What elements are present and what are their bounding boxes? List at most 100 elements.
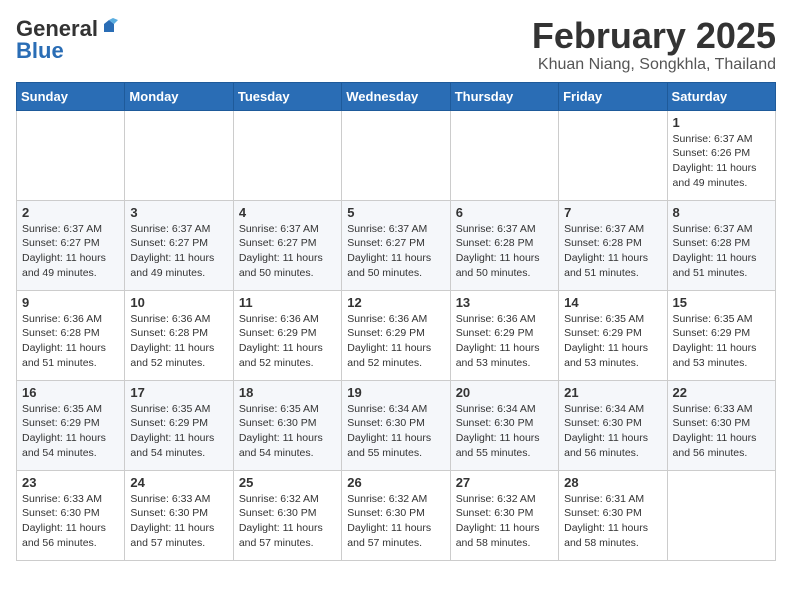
calendar-cell: 28Sunrise: 6:31 AM Sunset: 6:30 PM Dayli… <box>559 470 667 560</box>
calendar-week-row: 2 Sunrise: 6:37 AM Sunset: 6:27 PM Daylig… <box>17 200 776 290</box>
calendar-cell: 14 Sunrise: 6:35 AM Sunset: 6:29 PM Dayli… <box>559 290 667 380</box>
day-number: 21 <box>564 385 661 400</box>
calendar-cell <box>233 110 341 200</box>
calendar-header-row: SundayMondayTuesdayWednesdayThursdayFrid… <box>17 82 776 110</box>
day-number: 6 <box>456 205 553 220</box>
calendar-cell: 26 Sunrise: 6:32 AM Sunset: 6:30 PM Dayli… <box>342 470 450 560</box>
day-number: 17 <box>130 385 227 400</box>
day-number: 1 <box>673 115 770 130</box>
day-info: Sunrise: 6:35 AM Sunset: 6:29 PM Dayligh… <box>22 402 119 461</box>
day-info: Sunrise: 6:37 AM Sunset: 6:27 PM Dayligh… <box>22 222 119 281</box>
day-number: 14 <box>564 295 661 310</box>
day-info: Sunrise: 6:37 AM Sunset: 6:27 PM Dayligh… <box>130 222 227 281</box>
day-info: Sunrise: 6:36 AM Sunset: 6:29 PM Dayligh… <box>456 312 553 371</box>
weekday-header: Wednesday <box>342 82 450 110</box>
calendar-cell: 5 Sunrise: 6:37 AM Sunset: 6:27 PM Daylig… <box>342 200 450 290</box>
day-info: Sunrise: 6:36 AM Sunset: 6:28 PM Dayligh… <box>22 312 119 371</box>
calendar-cell: 27 Sunrise: 6:32 AM Sunset: 6:30 PM Dayli… <box>450 470 558 560</box>
calendar-cell: 10 Sunrise: 6:36 AM Sunset: 6:28 PM Dayli… <box>125 290 233 380</box>
calendar-cell: 8 Sunrise: 6:37 AM Sunset: 6:28 PM Daylig… <box>667 200 775 290</box>
calendar-cell: 21 Sunrise: 6:34 AM Sunset: 6:30 PM Dayli… <box>559 380 667 470</box>
day-info: Sunrise: 6:33 AM Sunset: 6:30 PM Dayligh… <box>673 402 770 461</box>
day-number: 10 <box>130 295 227 310</box>
location-title: Khuan Niang, Songkhla, Thailand <box>532 56 776 74</box>
calendar-cell: 4 Sunrise: 6:37 AM Sunset: 6:27 PM Daylig… <box>233 200 341 290</box>
logo: General Blue <box>16 16 118 64</box>
calendar-cell: 16 Sunrise: 6:35 AM Sunset: 6:29 PM Dayli… <box>17 380 125 470</box>
day-info: Sunrise: 6:33 AM Sunset: 6:30 PM Dayligh… <box>130 492 227 551</box>
day-info: Sunrise: 6:37 AM Sunset: 6:27 PM Dayligh… <box>239 222 336 281</box>
day-number: 9 <box>22 295 119 310</box>
day-number: 19 <box>347 385 444 400</box>
day-number: 16 <box>22 385 119 400</box>
calendar-cell <box>125 110 233 200</box>
calendar-cell: 2 Sunrise: 6:37 AM Sunset: 6:27 PM Daylig… <box>17 200 125 290</box>
day-number: 20 <box>456 385 553 400</box>
day-info: Sunrise: 6:35 AM Sunset: 6:29 PM Dayligh… <box>564 312 661 371</box>
day-number: 25 <box>239 475 336 490</box>
day-info: Sunrise: 6:33 AM Sunset: 6:30 PM Dayligh… <box>22 492 119 551</box>
calendar-week-row: 16 Sunrise: 6:35 AM Sunset: 6:29 PM Dayli… <box>17 380 776 470</box>
calendar-cell: 24 Sunrise: 6:33 AM Sunset: 6:30 PM Dayli… <box>125 470 233 560</box>
calendar-cell <box>667 470 775 560</box>
weekday-header: Tuesday <box>233 82 341 110</box>
calendar-cell <box>559 110 667 200</box>
day-number: 15 <box>673 295 770 310</box>
logo-blue-text: Blue <box>16 38 64 64</box>
day-info: Sunrise: 6:35 AM Sunset: 6:29 PM Dayligh… <box>130 402 227 461</box>
day-number: 26 <box>347 475 444 490</box>
day-number: 5 <box>347 205 444 220</box>
day-number: 3 <box>130 205 227 220</box>
calendar-cell: 22 Sunrise: 6:33 AM Sunset: 6:30 PM Dayli… <box>667 380 775 470</box>
day-info: Sunrise: 6:37 AM Sunset: 6:28 PM Dayligh… <box>456 222 553 281</box>
title-area: February 2025 Khuan Niang, Songkhla, Tha… <box>532 16 776 74</box>
calendar-week-row: 1 Sunrise: 6:37 AM Sunset: 6:26 PM Daylig… <box>17 110 776 200</box>
calendar-cell: 19Sunrise: 6:34 AM Sunset: 6:30 PM Dayli… <box>342 380 450 470</box>
day-number: 11 <box>239 295 336 310</box>
day-number: 28 <box>564 475 661 490</box>
day-info: Sunrise: 6:36 AM Sunset: 6:28 PM Dayligh… <box>130 312 227 371</box>
day-number: 12 <box>347 295 444 310</box>
day-info: Sunrise: 6:34 AM Sunset: 6:30 PM Dayligh… <box>456 402 553 461</box>
weekday-header: Sunday <box>17 82 125 110</box>
day-number: 8 <box>673 205 770 220</box>
day-number: 23 <box>22 475 119 490</box>
calendar-cell: 7 Sunrise: 6:37 AM Sunset: 6:28 PM Daylig… <box>559 200 667 290</box>
calendar-cell: 3 Sunrise: 6:37 AM Sunset: 6:27 PM Daylig… <box>125 200 233 290</box>
calendar-cell: 25Sunrise: 6:32 AM Sunset: 6:30 PM Dayli… <box>233 470 341 560</box>
day-number: 22 <box>673 385 770 400</box>
month-title: February 2025 <box>532 16 776 56</box>
calendar-cell: 11Sunrise: 6:36 AM Sunset: 6:29 PM Dayli… <box>233 290 341 380</box>
weekday-header: Friday <box>559 82 667 110</box>
day-info: Sunrise: 6:32 AM Sunset: 6:30 PM Dayligh… <box>347 492 444 551</box>
weekday-header: Monday <box>125 82 233 110</box>
logo-icon <box>100 18 118 36</box>
calendar-cell: 15Sunrise: 6:35 AM Sunset: 6:29 PM Dayli… <box>667 290 775 380</box>
calendar-week-row: 23 Sunrise: 6:33 AM Sunset: 6:30 PM Dayli… <box>17 470 776 560</box>
day-info: Sunrise: 6:37 AM Sunset: 6:27 PM Dayligh… <box>347 222 444 281</box>
day-info: Sunrise: 6:37 AM Sunset: 6:28 PM Dayligh… <box>564 222 661 281</box>
day-info: Sunrise: 6:37 AM Sunset: 6:26 PM Dayligh… <box>673 132 770 191</box>
day-number: 18 <box>239 385 336 400</box>
day-number: 7 <box>564 205 661 220</box>
calendar-cell: 23 Sunrise: 6:33 AM Sunset: 6:30 PM Dayli… <box>17 470 125 560</box>
calendar-cell: 13Sunrise: 6:36 AM Sunset: 6:29 PM Dayli… <box>450 290 558 380</box>
day-info: Sunrise: 6:37 AM Sunset: 6:28 PM Dayligh… <box>673 222 770 281</box>
day-number: 2 <box>22 205 119 220</box>
day-info: Sunrise: 6:32 AM Sunset: 6:30 PM Dayligh… <box>456 492 553 551</box>
day-number: 27 <box>456 475 553 490</box>
day-info: Sunrise: 6:35 AM Sunset: 6:30 PM Dayligh… <box>239 402 336 461</box>
calendar-cell <box>342 110 450 200</box>
calendar-table: SundayMondayTuesdayWednesdayThursdayFrid… <box>16 82 776 561</box>
day-number: 24 <box>130 475 227 490</box>
page-header: General Blue February 2025 Khuan Niang, … <box>16 16 776 74</box>
calendar-week-row: 9 Sunrise: 6:36 AM Sunset: 6:28 PM Daylig… <box>17 290 776 380</box>
day-info: Sunrise: 6:34 AM Sunset: 6:30 PM Dayligh… <box>564 402 661 461</box>
calendar-cell: 6 Sunrise: 6:37 AM Sunset: 6:28 PM Daylig… <box>450 200 558 290</box>
calendar-cell <box>17 110 125 200</box>
calendar-cell: 17 Sunrise: 6:35 AM Sunset: 6:29 PM Dayli… <box>125 380 233 470</box>
day-number: 4 <box>239 205 336 220</box>
weekday-header: Thursday <box>450 82 558 110</box>
calendar-cell: 12Sunrise: 6:36 AM Sunset: 6:29 PM Dayli… <box>342 290 450 380</box>
calendar-cell: 18 Sunrise: 6:35 AM Sunset: 6:30 PM Dayli… <box>233 380 341 470</box>
